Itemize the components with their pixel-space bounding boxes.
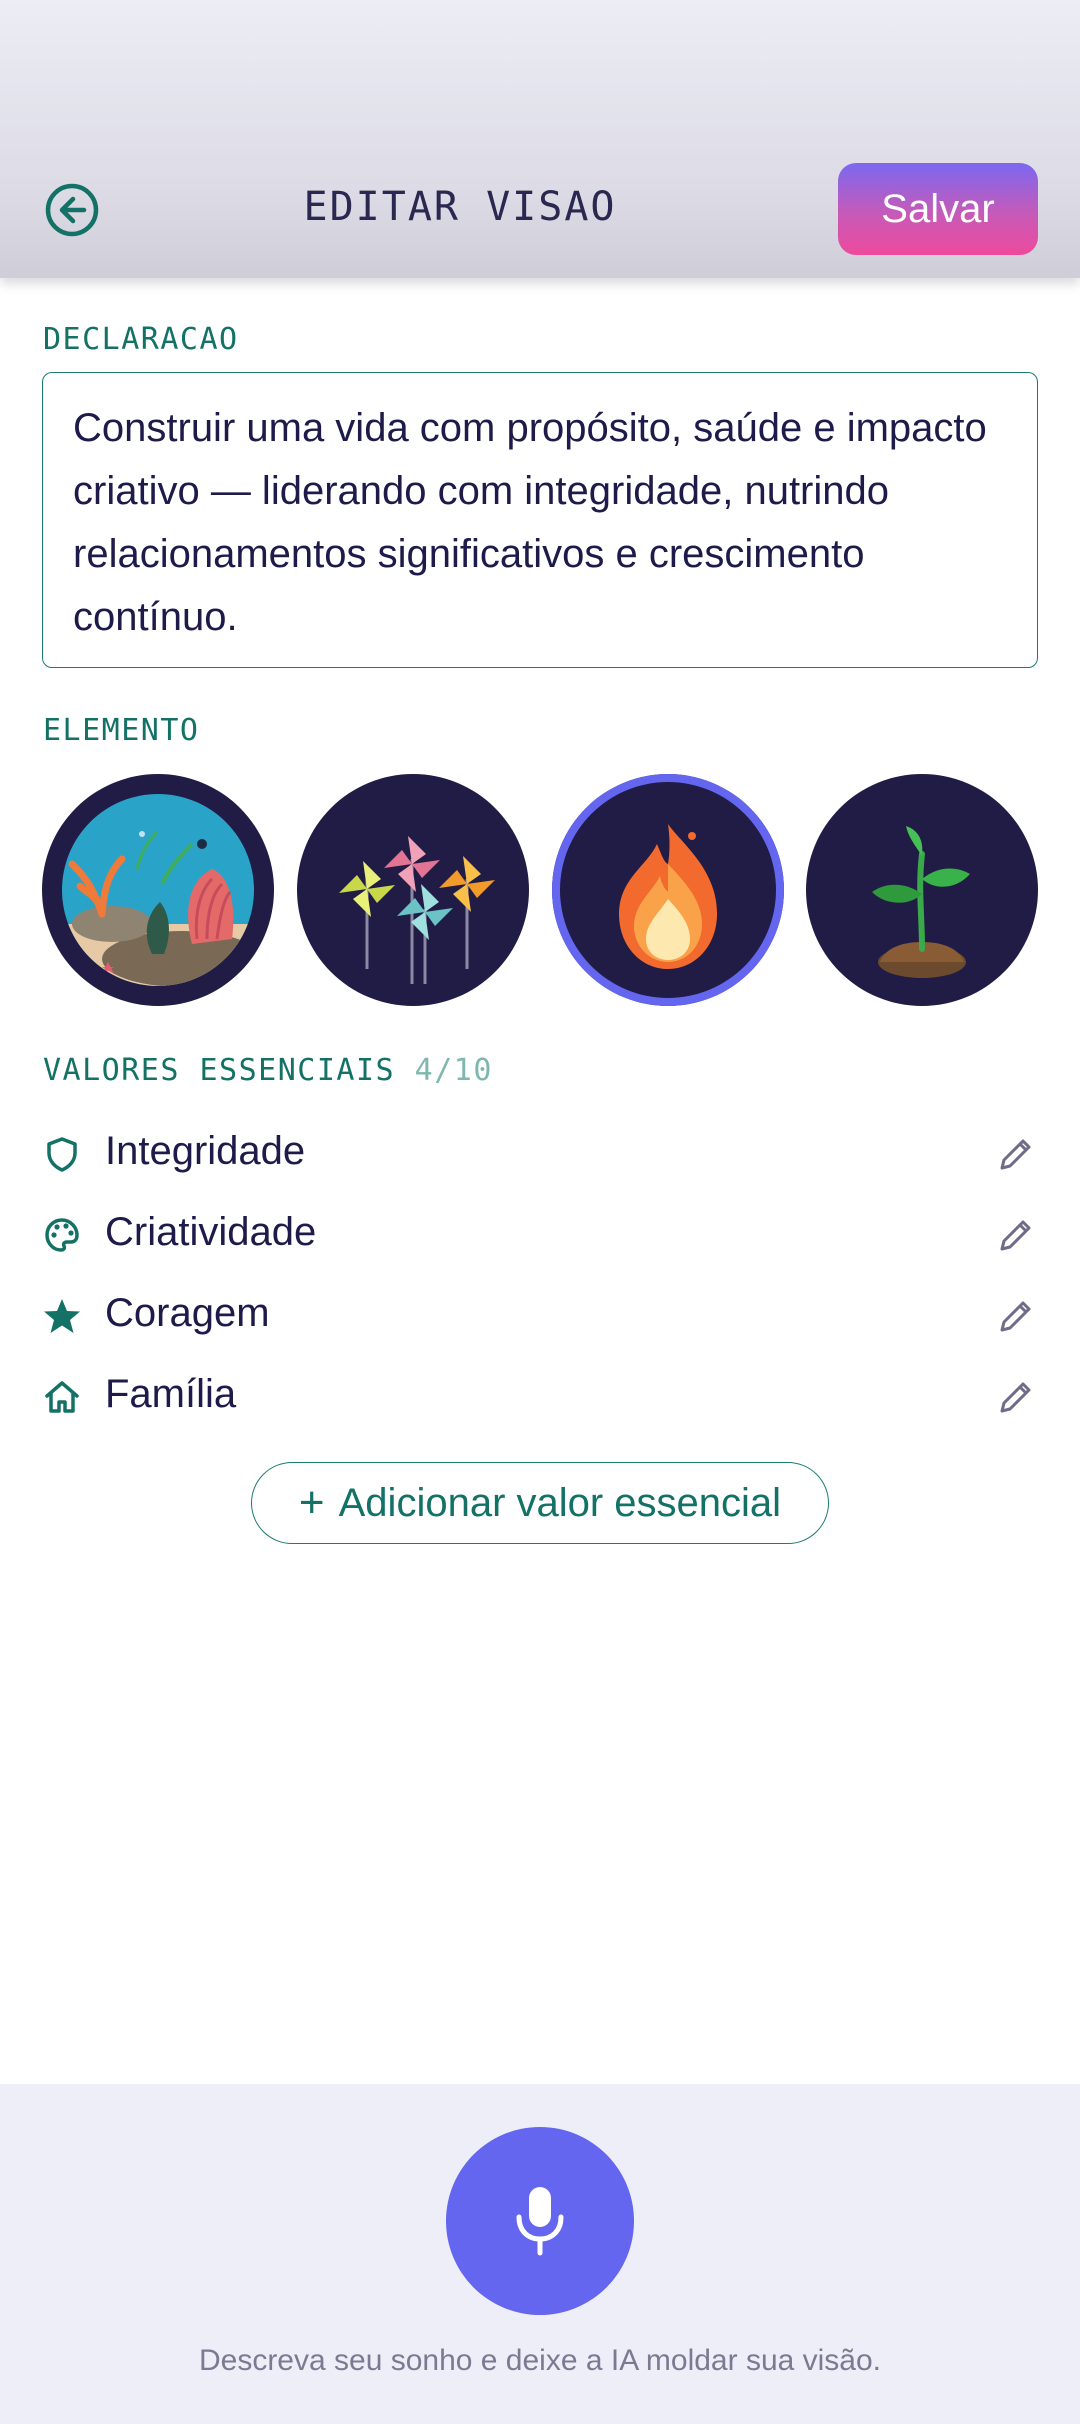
statement-section-label: DECLARACAO <box>43 322 239 357</box>
coral-reef-icon <box>62 794 254 986</box>
shield-icon <box>47 1137 77 1172</box>
values-section-title: VALORES ESSENCIAIS <box>43 1053 396 1088</box>
value-item-coragem: Coragem <box>42 1278 1038 1348</box>
value-label: Integridade <box>105 1129 306 1173</box>
home-icon <box>45 1381 79 1413</box>
element-option-sprout[interactable] <box>806 774 1038 1006</box>
flame-icon <box>619 824 717 969</box>
add-value-label: Adicionar valor essencial <box>338 1480 782 1525</box>
sprout-icon <box>872 826 970 978</box>
statement-textarea[interactable]: Construir uma vida com propósito, saúde … <box>42 372 1038 668</box>
pinwheels-icon <box>339 836 495 984</box>
values-section-label: VALORES ESSENCIAIS 4/10 <box>43 1053 493 1088</box>
pencil-icon[interactable] <box>994 1132 1038 1176</box>
values-count: 4/10 <box>414 1053 493 1088</box>
element-section-label: ELEMENTO <box>43 713 200 748</box>
plus-icon: + <box>298 1478 325 1527</box>
microphone-button[interactable] <box>446 2127 634 2315</box>
voice-hint: Descreva seu sonho e deixe a IA moldar s… <box>198 2344 882 2377</box>
top-app-bar: EDITAR VISAO Salvar <box>0 0 1080 278</box>
pencil-icon[interactable] <box>994 1375 1038 1419</box>
value-label: Coragem <box>105 1291 270 1335</box>
save-button[interactable]: Salvar <box>838 163 1038 255</box>
palette-icon <box>45 1218 79 1252</box>
value-item-familia: Família <box>42 1359 1038 1429</box>
add-value-button[interactable]: + Adicionar valor essencial <box>251 1462 829 1544</box>
value-label: Família <box>105 1372 237 1416</box>
value-item-integridade: Integridade <box>42 1116 1038 1186</box>
star-icon <box>44 1299 80 1333</box>
element-picker <box>42 774 1038 1008</box>
element-option-pinwheels[interactable] <box>297 774 529 1006</box>
value-item-criatividade: Criatividade <box>42 1197 1038 1267</box>
pencil-icon[interactable] <box>994 1213 1038 1257</box>
element-option-flame[interactable] <box>552 774 784 1006</box>
value-label: Criatividade <box>105 1210 317 1254</box>
element-option-coral-reef[interactable] <box>42 774 274 1006</box>
microphone-icon <box>516 2187 564 2256</box>
pencil-icon[interactable] <box>994 1294 1038 1338</box>
